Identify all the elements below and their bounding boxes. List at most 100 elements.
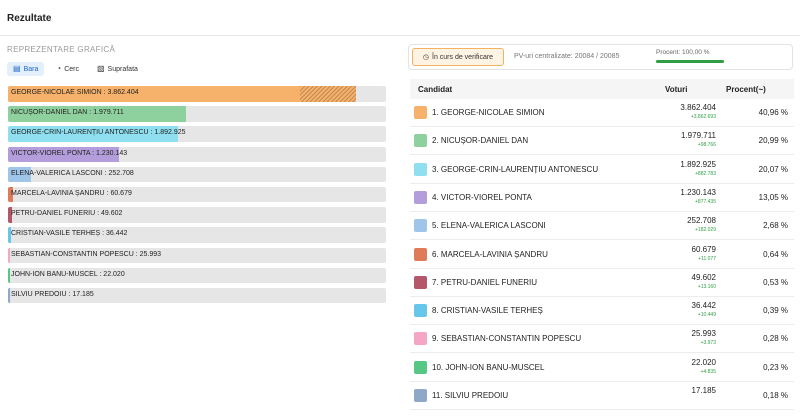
candidate-color-swatch [414,219,427,233]
results-header: Rezultate [0,0,800,36]
pv-count: PV-uri centralizate: 20084 / 20085 [514,53,620,60]
chart-panel: REPREZENTARE GRAFICĂ ▤ Bara ◔ Cerc ▧ Sup… [0,36,400,419]
bar-label: JOHN-ION BANU-MUSCEL : 22.020 [11,270,125,278]
bar-row[interactable]: JOHN-ION BANU-MUSCEL : 22.020 [8,267,386,284]
bar-label: SILVIU PREDOIU : 17.185 [11,290,94,298]
candidate-votes: 1.979.711 [681,131,716,141]
page-title: Rezultate [7,13,52,24]
candidate-color-swatch [414,275,427,289]
table-row[interactable]: 3. GEORGE-CRIN-LAURENȚIU ANTONESCU 1.892.… [410,156,794,184]
table-row[interactable]: 11. SILVIU PREDOIU 17.185 0,18 % [410,382,794,410]
bar-label: GEORGE-NICOLAE SIMION : 3.862.404 [11,89,139,96]
progress-fill [656,60,724,63]
candidate-color-swatch [414,106,427,119]
candidate-percent: 0,18 % [763,391,788,400]
candidate-percent: 0,28 % [763,334,788,344]
area-chart-icon: ▧ [96,64,105,73]
candidate-name: 11. SILVIU PREDOIU [432,391,509,400]
bar-label: SEBASTIAN-CONSTANTIN POPESCU : 25.993 [11,250,162,258]
bar-label: ELENA-VALERICA LASCONI : 252.708 [11,169,134,177]
bar-chart-icon: ▤ [13,64,21,73]
table-row[interactable]: 8. CRISTIAN-VASILE TERHEȘ 36.442 +10.449 0,… [410,297,794,326]
bar-row[interactable]: CRISTIAN-VASILE TERHEȘ : 36.442 [8,227,386,243]
table-row[interactable]: 7. PETRU-DANIEL FUNERIU 49.602 +13.160 0,53… [410,269,794,297]
pie-chart-icon: ◔ [56,64,62,73]
candidate-votes: 22.020 [691,357,716,367]
votes-delta: +13.160 [697,283,716,290]
bar [8,247,11,263]
progress-indicator: Procent: 100,00 % [654,48,726,66]
tab-bar[interactable]: ▤ Bara [7,62,45,76]
tab-area-label: Suprafata [107,65,138,73]
candidate-percent: 40,96 % [758,108,788,117]
bar-row[interactable]: SILVIU PREDOIU : 17.185 [8,287,386,304]
bar-row[interactable]: PETRU-DANIEL FUNERIU : 49.602 [8,207,386,223]
candidate-votes: 60.679 [691,244,716,254]
column-percent[interactable]: Procent(~) [726,85,766,94]
verification-badge[interactable]: ◷ În curs de verificare [412,48,504,66]
table-header: Candidat Voturi Procent(~) [410,79,794,99]
table-row[interactable]: 9. SEBASTIAN-CONSTANTIN POPESCU 25.993 +3.… [410,325,794,354]
votes-delta: +182.029 [695,227,716,234]
candidate-color-swatch [414,162,427,176]
tab-pie-label: Cerc [64,65,79,73]
candidate-name: 4. VICTOR-VIOREL PONTA [432,192,532,202]
candidate-percent: 0,39 % [763,306,788,316]
candidate-percent: 13,05 % [758,192,788,202]
bar-row[interactable]: ELENA-VALERICA LASCONI : 252.708 [8,166,386,183]
table-row[interactable]: 2. NICUȘOR-DANIEL DAN 1.979.711 +98.766 20,… [410,127,794,156]
votes-delta: +10.449 [697,312,716,319]
candidate-name: 7. PETRU-DANIEL FUNERIU [432,277,538,287]
votes-delta: +11.077 [698,255,716,262]
bar-row[interactable]: SEBASTIAN-CONSTANTIN POPESCU : 25.993 [8,247,386,263]
chart-subtitle: REPREZENTARE GRAFICĂ [7,45,116,54]
candidate-name: 6. MARCELA-LAVINIA ȘANDRU [432,249,548,259]
tab-pie[interactable]: ◔ Cerc [50,62,85,76]
bar-row[interactable]: GEORGE-NICOLAE SIMION : 3.862.404 [8,86,386,102]
candidate-votes: 1.230.143 [680,187,716,197]
votes-delta: +98.766 [697,142,716,149]
candidate-votes: 25.993 [691,329,716,339]
bar-label: NICUȘOR-DANIEL DAN : 1.979.711 [11,109,124,117]
candidate-color-swatch [414,190,427,204]
tab-bar-label: Bara [23,65,39,73]
candidate-votes: 1.892.925 [680,159,716,169]
candidate-percent: 0,23 % [763,362,788,372]
tab-area[interactable]: ▧ Suprafata [91,62,144,76]
bar [8,267,10,284]
table-row[interactable]: 4. VICTOR-VIOREL PONTA 1.230.143 +877.435 1… [410,184,794,212]
bar-chart: GEORGE-NICOLAE SIMION : 3.862.404 NICUȘOR… [8,86,386,308]
candidate-color-swatch [414,134,427,148]
candidate-percent: 0,53 % [763,277,788,287]
bar-row[interactable]: VICTOR-VIOREL PONTA : 1.230.143 [8,146,386,163]
candidate-percent: 20,99 % [758,136,788,146]
progress-track [656,60,724,63]
table-row[interactable]: 1. GEORGE-NICOLAE SIMION 3.862.404 +3.862.… [410,99,794,127]
candidate-votes: 252.708 [687,216,716,226]
candidate-percent: 20,07 % [758,164,788,174]
results-table-panel: ◷ În curs de verificare PV-uri centraliz… [400,36,800,419]
bar-row[interactable]: GEORGE-CRIN-LAURENȚIU ANTONESCU : 1.892.… [8,126,386,142]
table-row[interactable]: 10. JOHN-ION BANU-MUSCEL 22.020 +4.835 0,23… [410,354,794,382]
votes-delta: +4.835 [700,368,716,375]
bar-row[interactable]: MARCELA-LAVINIA ȘANDRU : 60.679 [8,186,386,203]
bar-row[interactable]: NICUȘOR-DANIEL DAN : 1.979.711 [8,106,386,122]
candidate-votes: 3.862.404 [680,103,716,112]
candidate-name: 10. JOHN-ION BANU-MUSCEL [432,362,545,372]
clock-icon: ◷ [422,54,429,61]
candidate-name: 1. GEORGE-NICOLAE SIMION [432,108,545,117]
candidate-color-swatch [414,389,427,402]
column-candidate[interactable]: Candidat [418,85,452,94]
candidate-percent: 2,68 % [763,221,788,231]
table-row[interactable]: 5. ELENA-VALERICA LASCONI 252.708 +182.029… [410,212,794,241]
table-row[interactable]: 6. MARCELA-LAVINIA ȘANDRU 60.679 +11.077 0,… [410,241,794,269]
candidate-percent: 0,64 % [763,249,788,259]
votes-delta: +882.783 [695,170,716,177]
candidate-color-swatch [414,247,427,261]
votes-delta: +3.973 [700,340,716,347]
votes-delta: +3.862.693 [690,114,716,120]
candidate-name: 3. GEORGE-CRIN-LAURENȚIU ANTONESCU [432,164,599,174]
bar-label: PETRU-DANIEL FUNERIU : 49.602 [11,210,123,218]
votes-delta: +877.435 [695,198,716,205]
column-votes[interactable]: Voturi [665,85,688,94]
